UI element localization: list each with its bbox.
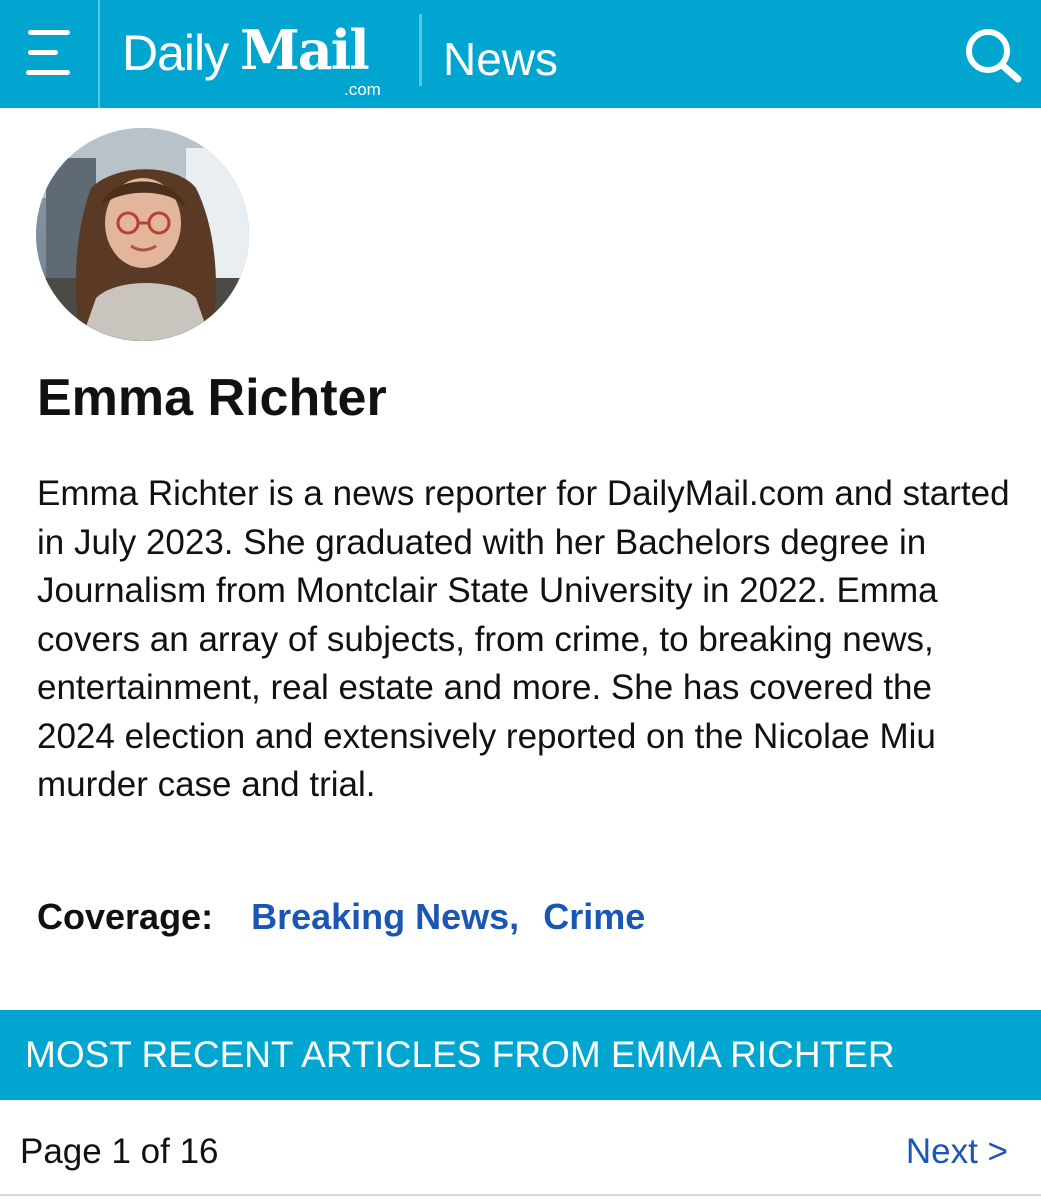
logo-com-text: .com (344, 80, 381, 99)
coverage-link-crime[interactable]: Crime (543, 896, 645, 937)
site-logo[interactable]: Daily Mail .com (122, 18, 397, 102)
logo-daily-text: Daily (122, 25, 229, 81)
top-bar: Daily Mail .com News (0, 0, 1041, 108)
hamburger-icon (28, 30, 70, 35)
section-title[interactable]: News (443, 32, 558, 86)
menu-button[interactable] (0, 0, 100, 108)
recent-articles-title: MOST RECENT ARTICLES FROM EMMA RICHTER (25, 1034, 895, 1075)
divider (0, 1194, 1041, 1196)
coverage-label: Coverage: (37, 896, 214, 937)
page-indicator: Page 1 of 16 (20, 1132, 219, 1171)
header-divider (419, 14, 422, 86)
recent-articles-header: MOST RECENT ARTICLES FROM EMMA RICHTER (0, 1010, 1041, 1100)
author-bio: Emma Richter is a news reporter for Dail… (37, 474, 1010, 804)
author-avatar (36, 128, 249, 341)
next-page-link[interactable]: Next > (906, 1132, 1008, 1172)
search-button[interactable] (960, 24, 1026, 84)
coverage-row: Coverage: Breaking News, Crime (37, 896, 645, 938)
coverage-link-breaking-news[interactable]: Breaking News, (251, 896, 519, 937)
search-icon (966, 29, 1022, 83)
author-name: Emma Richter (37, 369, 387, 427)
logo-mail-text: Mail (240, 18, 370, 82)
